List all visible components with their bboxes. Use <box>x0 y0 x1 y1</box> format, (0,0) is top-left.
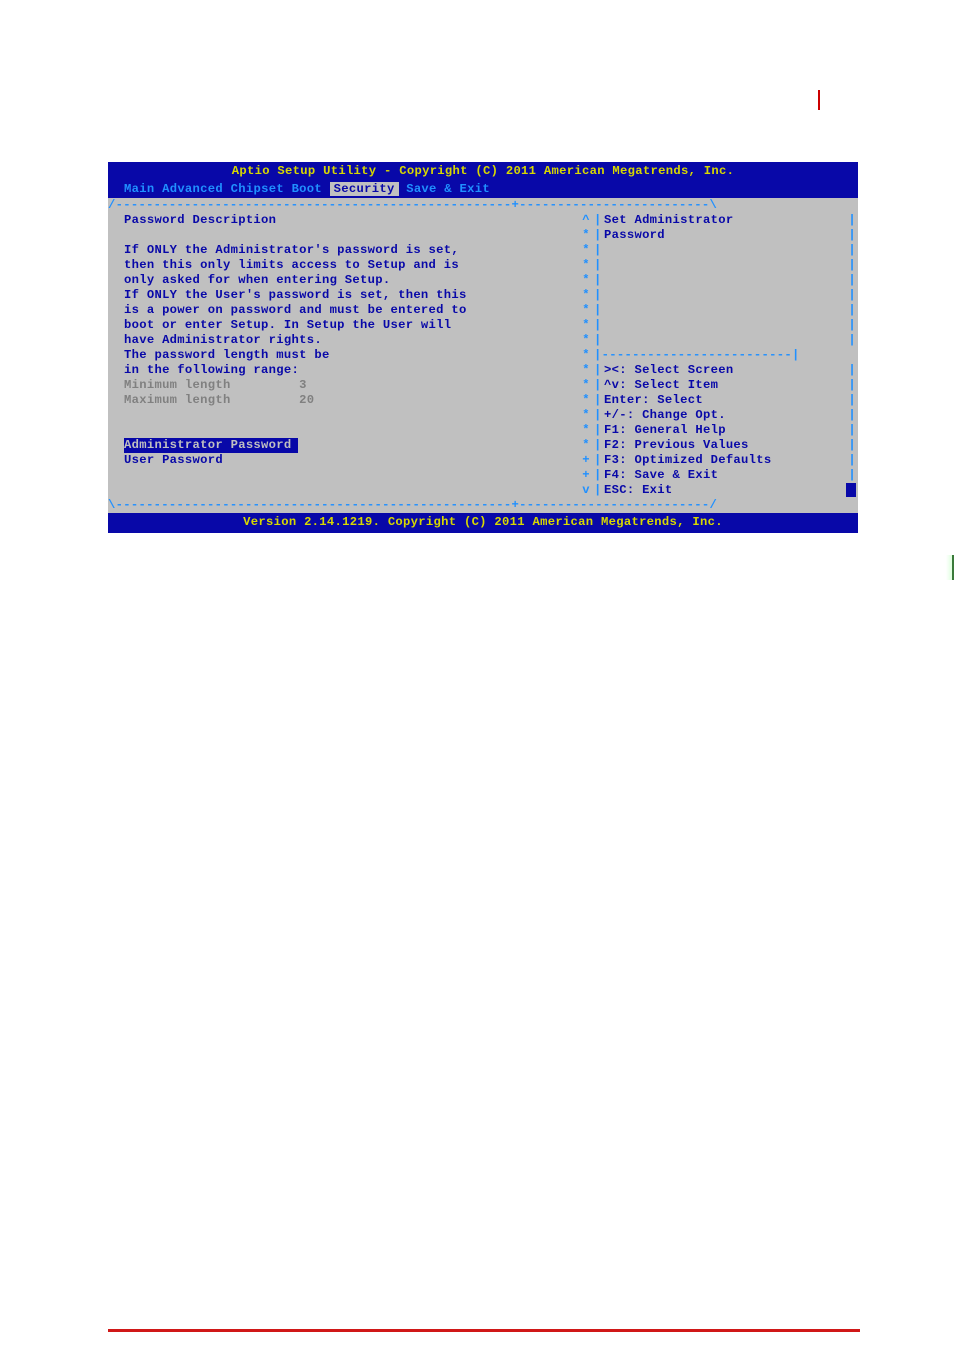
menu-main[interactable]: Main <box>124 182 162 196</box>
desc-9: in the following range: <box>108 363 578 378</box>
desc-1: If ONLY the Administrator's password is … <box>108 243 578 258</box>
key-esc: ESC: Exit <box>604 483 846 498</box>
desc-7: have Administrator rights. <box>108 333 578 348</box>
max-length-row: Maximum length 20 <box>108 393 578 408</box>
key-f4: F4: Save & Exit <box>604 468 848 483</box>
key-select-screen: ><: Select Screen <box>604 363 848 378</box>
key-f1: F1: General Help <box>604 423 848 438</box>
desc-5: is a power on password and must be enter… <box>108 303 578 318</box>
menu-chipset[interactable]: Chipset <box>231 182 292 196</box>
key-change-opt: +/-: Change Opt. <box>604 408 848 423</box>
scroll-down-icon[interactable]: v <box>578 483 594 498</box>
desc-3: only asked for when entering Setup. <box>108 273 578 288</box>
section-heading: Password Description <box>108 213 578 228</box>
frame-top: /---------------------------------------… <box>108 198 858 213</box>
page-edge-decoration <box>946 555 954 580</box>
key-select-item: ^v: Select Item <box>604 378 848 393</box>
menu-save-exit[interactable]: Save & Exit <box>406 182 490 196</box>
menu-advanced[interactable]: Advanced <box>162 182 231 196</box>
document-footer-rule <box>108 1329 860 1332</box>
page-cursor <box>818 90 820 110</box>
scrollbar-thumb[interactable] <box>846 483 856 497</box>
menu-boot[interactable]: Boot <box>292 182 330 196</box>
admin-password-item[interactable]: Administrator Password <box>124 438 298 453</box>
desc-2: then this only limits access to Setup an… <box>108 258 578 273</box>
min-length-row: Minimum length 3 <box>108 378 578 393</box>
user-password-item[interactable]: User Password <box>108 453 578 468</box>
desc-4: If ONLY the User's password is set, then… <box>108 288 578 303</box>
bios-title: Aptio Setup Utility - Copyright (C) 2011… <box>108 162 858 181</box>
key-f3: F3: Optimized Defaults <box>604 453 848 468</box>
help-divider: |-------------------------| <box>594 348 800 363</box>
desc-8: The password length must be <box>108 348 578 363</box>
menu-security[interactable]: Security <box>330 182 399 196</box>
key-f2: F2: Previous Values <box>604 438 848 453</box>
help-line-2: Password <box>604 228 848 243</box>
key-enter: Enter: Select <box>604 393 848 408</box>
bios-screen: Aptio Setup Utility - Copyright (C) 2011… <box>108 162 858 533</box>
scroll-up-icon[interactable]: ^ <box>578 213 594 228</box>
menu-bar[interactable]: Main Advanced Chipset Boot Security Save… <box>108 181 858 198</box>
frame-bottom: \---------------------------------------… <box>108 498 858 513</box>
help-line-1: Set Administrator <box>604 213 848 228</box>
bios-body: /---------------------------------------… <box>108 198 858 513</box>
bios-footer: Version 2.14.1219. Copyright (C) 2011 Am… <box>108 513 858 533</box>
desc-6: boot or enter Setup. In Setup the User w… <box>108 318 578 333</box>
